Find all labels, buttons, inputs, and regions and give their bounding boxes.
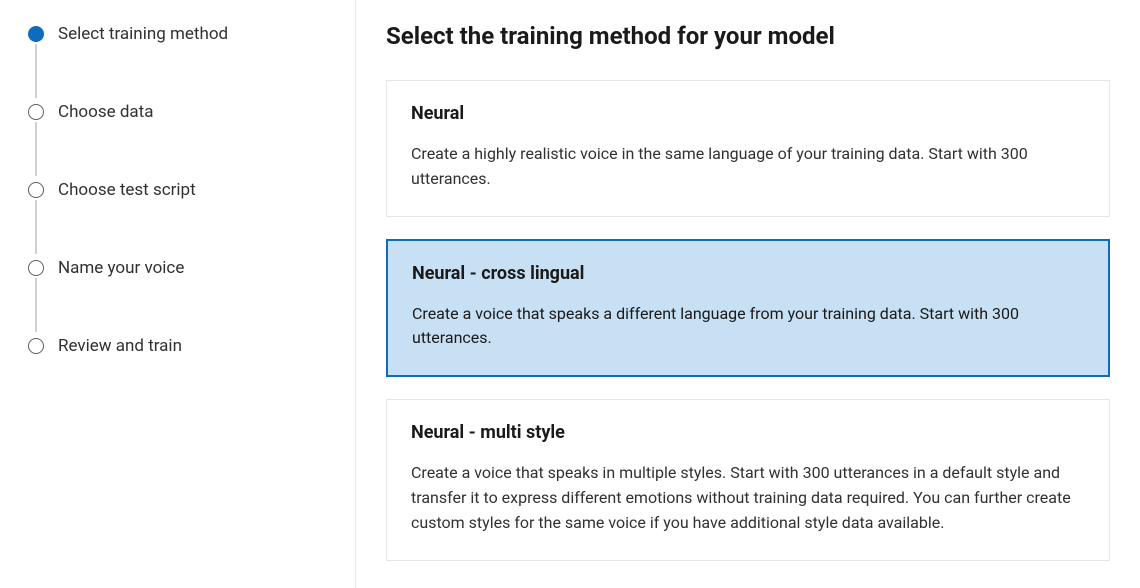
step-marker-upcoming — [28, 338, 44, 354]
option-desc: Create a highly realistic voice in the s… — [411, 142, 1085, 192]
step-marker-upcoming — [28, 104, 44, 120]
option-desc: Create a voice that speaks in multiple s… — [411, 461, 1085, 535]
option-neural-multi-style[interactable]: Neural - multi style Create a voice that… — [386, 399, 1110, 560]
option-neural[interactable]: Neural Create a highly realistic voice i… — [386, 80, 1110, 217]
step-name-your-voice[interactable]: Name your voice — [0, 256, 355, 280]
step-marker-upcoming — [28, 260, 44, 276]
step-label: Name your voice — [58, 258, 184, 278]
step-connector — [35, 200, 37, 254]
step-label: Choose test script — [58, 180, 196, 200]
step-label: Choose data — [58, 102, 153, 122]
step-marker-current — [28, 26, 44, 42]
page-title: Select the training method for your mode… — [386, 22, 1110, 50]
option-title: Neural - multi style — [411, 422, 1085, 443]
step-connector — [35, 278, 37, 332]
step-connector — [35, 122, 37, 176]
step-choose-data[interactable]: Choose data — [0, 100, 355, 124]
wizard-stepper: Select training method Choose data Choos… — [0, 0, 356, 588]
option-title: Neural - cross lingual — [412, 263, 1084, 284]
step-connector — [35, 44, 37, 98]
step-marker-upcoming — [28, 182, 44, 198]
step-review-and-train[interactable]: Review and train — [0, 334, 355, 358]
step-select-training-method[interactable]: Select training method — [0, 22, 355, 46]
option-desc: Create a voice that speaks a different l… — [412, 302, 1084, 352]
option-title: Neural — [411, 103, 1085, 124]
main-content: Select the training method for your mode… — [356, 0, 1140, 588]
step-label: Review and train — [58, 336, 182, 356]
option-neural-cross-lingual[interactable]: Neural - cross lingual Create a voice th… — [386, 239, 1110, 378]
step-choose-test-script[interactable]: Choose test script — [0, 178, 355, 202]
step-label: Select training method — [58, 24, 228, 44]
